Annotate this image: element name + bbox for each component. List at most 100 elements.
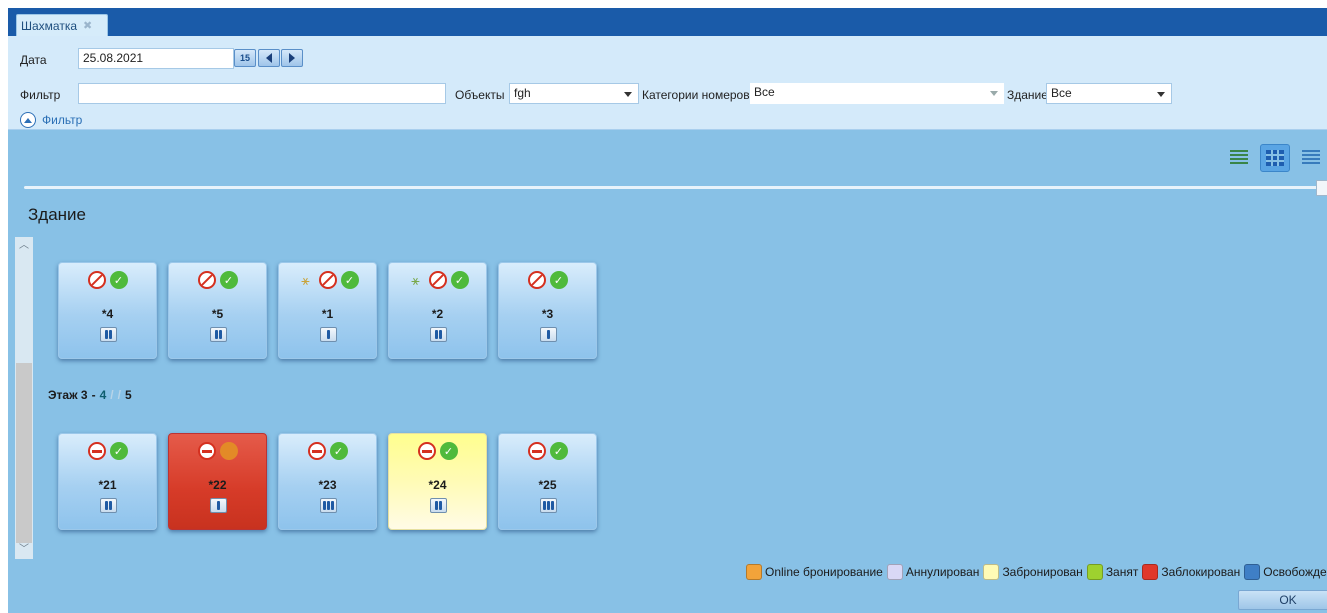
- check-icon: ✓: [109, 271, 128, 289]
- legend-item: Аннулирован: [886, 564, 980, 580]
- no-entry-icon: [197, 442, 216, 460]
- prev-date-button[interactable]: [258, 49, 280, 67]
- room-number: *4: [101, 307, 114, 321]
- room-card[interactable]: ⚹ ✓ *1: [278, 262, 377, 359]
- date-input[interactable]: 25.08.2021: [78, 48, 234, 69]
- tab-close-icon[interactable]: ✖: [83, 19, 92, 32]
- check-icon: ✓: [439, 442, 458, 460]
- no-entry-icon: [307, 442, 326, 460]
- legend-swatch: [1086, 564, 1103, 580]
- no-smoking-icon: [197, 271, 216, 289]
- legend-label: Освобожден: [1263, 565, 1327, 579]
- room-status-icons: ✓: [59, 271, 156, 289]
- calendar-button[interactable]: 15: [234, 49, 256, 67]
- check-icon: ✓: [340, 271, 359, 289]
- room-card[interactable]: ✓ *21: [58, 433, 157, 530]
- room-card[interactable]: *22: [168, 433, 267, 530]
- cleaning-broom-icon: ⚹: [411, 272, 420, 288]
- building-value: Все: [1051, 86, 1072, 100]
- room-card[interactable]: ✓ *25: [498, 433, 597, 530]
- list-icon: [1230, 150, 1248, 166]
- next-date-button[interactable]: [281, 49, 303, 67]
- scroll-up-icon[interactable]: ︿: [15, 239, 33, 253]
- room-card[interactable]: ✓ *5: [168, 262, 267, 359]
- room-status-icons: ✓: [499, 271, 596, 289]
- occupancy-icon: [320, 327, 337, 342]
- zoom-slider-thumb[interactable]: [1316, 180, 1327, 196]
- room-number: *5: [211, 307, 224, 321]
- legend-label: Забронирован: [1002, 565, 1083, 579]
- calendar-icon: 15: [239, 53, 250, 63]
- room-status-icons: ✓: [389, 442, 486, 460]
- room-categories-select[interactable]: Все: [750, 83, 1004, 104]
- tab-label: Шахматка: [21, 18, 78, 33]
- date-label: Дата: [20, 53, 47, 67]
- no-smoking-icon: [318, 271, 337, 289]
- legend-item: Забронирован: [983, 564, 1083, 580]
- app-window: Шахматка ✖ Дата 25.08.2021 15 Фильтр Объ…: [8, 8, 1327, 613]
- objects-value: fgh: [514, 86, 531, 100]
- ok-button[interactable]: OK: [1238, 590, 1327, 610]
- grid-icon: [1266, 150, 1284, 166]
- legend-item: Заблокирован: [1142, 564, 1240, 580]
- room-card[interactable]: ✓ *4: [58, 262, 157, 359]
- objects-label: Объекты: [455, 88, 505, 102]
- room-card[interactable]: ✓ *24: [388, 433, 487, 530]
- legend-swatch: [1142, 564, 1159, 580]
- building-label: Здание: [1007, 88, 1048, 102]
- room-number: *22: [208, 478, 227, 492]
- occupancy-icon: [320, 498, 337, 513]
- zoom-slider-track[interactable]: [24, 186, 1320, 189]
- scroll-thumb[interactable]: [16, 363, 32, 543]
- room-card[interactable]: ⚹ ✓ *2: [388, 262, 487, 359]
- tab-shakhmatka[interactable]: Шахматка ✖: [16, 14, 108, 36]
- filter-input[interactable]: [78, 83, 446, 104]
- no-entry-icon: [417, 442, 436, 460]
- chevron-down-icon: [990, 91, 998, 96]
- check-icon: ✓: [109, 442, 128, 460]
- room-number: *25: [538, 478, 557, 492]
- filter-toggle[interactable]: Фильтр: [20, 112, 82, 128]
- building-select[interactable]: Все: [1046, 83, 1172, 104]
- room-status-icons: ✓: [59, 442, 156, 460]
- occupied-status-icon: [219, 442, 238, 460]
- floor-separator: /: [117, 388, 121, 402]
- room-number: *1: [321, 307, 334, 321]
- room-categories-label: Категории номеров: [642, 88, 750, 102]
- floor-label: Этаж 3: [48, 388, 88, 402]
- room-number: *2: [431, 307, 444, 321]
- room-status-icons: ✓: [279, 442, 376, 460]
- floor-separator: /: [110, 388, 114, 402]
- title-bar: Шахматка ✖: [8, 8, 1327, 36]
- building-title: Здание: [28, 205, 86, 224]
- no-smoking-icon: [87, 271, 106, 289]
- check-icon: ✓: [450, 271, 469, 289]
- floor-free-count: 4: [99, 388, 107, 402]
- no-smoking-icon: [527, 271, 546, 289]
- room-number: *21: [98, 478, 117, 492]
- grid-view-button[interactable]: [1260, 144, 1290, 172]
- occupancy-icon: [430, 327, 447, 342]
- no-entry-icon: [87, 442, 106, 460]
- check-icon: ✓: [219, 271, 238, 289]
- room-card[interactable]: ✓ *23: [278, 433, 377, 530]
- room-status-icons: [169, 442, 266, 460]
- filter-toggle-label: Фильтр: [42, 113, 83, 127]
- scroll-down-icon[interactable]: ﹀: [15, 543, 33, 557]
- room-categories-value: Все: [754, 85, 775, 99]
- legend-swatch: [983, 564, 1000, 580]
- room-card[interactable]: ✓ *3: [498, 262, 597, 359]
- objects-select[interactable]: fgh: [509, 83, 639, 104]
- detail-view-button[interactable]: [1296, 144, 1326, 172]
- cleaning-broom-icon: ⚹: [301, 272, 310, 288]
- no-smoking-icon: [428, 271, 447, 289]
- legend-swatch: [1244, 564, 1261, 580]
- vertical-scrollbar[interactable]: ︿ ﹀: [15, 237, 33, 559]
- floor-header: Этаж 3 - 4 / / 5: [48, 388, 132, 402]
- legend-label: Аннулирован: [905, 565, 980, 579]
- list-view-button[interactable]: [1224, 144, 1254, 172]
- floor-total-count: 5: [124, 388, 132, 402]
- no-entry-icon: [527, 442, 546, 460]
- legend-label: Заблокирован: [1161, 565, 1241, 579]
- collapse-icon: [20, 112, 36, 128]
